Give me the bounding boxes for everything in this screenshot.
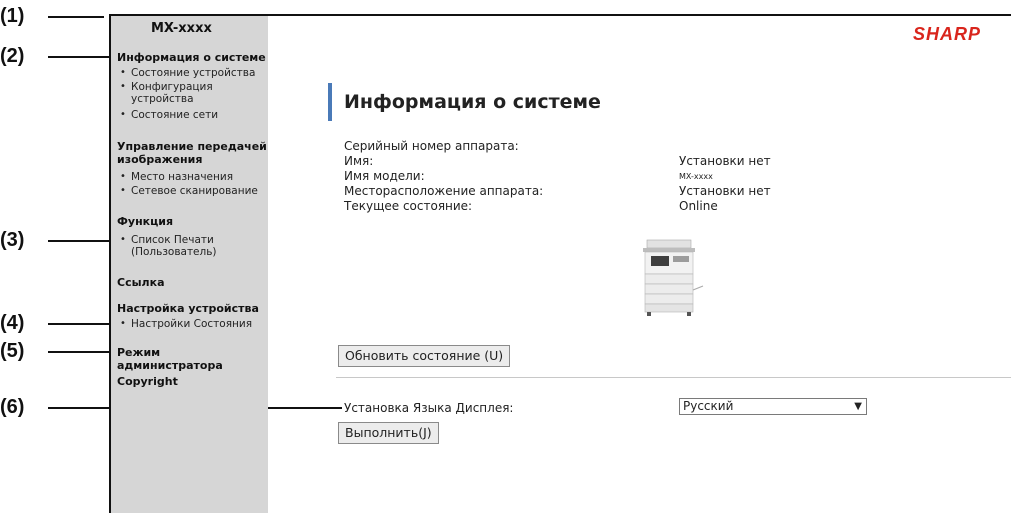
callout-6: (6) — [0, 396, 25, 418]
sidebar-item-print-list[interactable]: Список Печати — [131, 234, 214, 246]
sidebar-section-image-send[interactable]: Управление передачей — [117, 140, 267, 153]
refresh-status-button[interactable]: Обновить состояние (U) — [338, 345, 511, 367]
sidebar-section-system-info[interactable]: Информация о системе — [117, 51, 266, 64]
callout-line-1 — [48, 16, 104, 18]
bullet-icon: • — [120, 171, 126, 182]
callout-4: (4) — [0, 312, 25, 334]
location-value: Установки нет — [679, 184, 771, 198]
bullet-icon: • — [120, 81, 126, 92]
display-language-select[interactable]: Русский ▼ — [679, 398, 867, 415]
current-status-value: Online — [679, 199, 718, 213]
sidebar-section-admin-mode[interactable]: Режим администратора — [117, 346, 268, 372]
sidebar-section-image-send-cont[interactable]: изображения — [117, 153, 202, 166]
callout-line-4 — [48, 323, 115, 325]
sidebar-item-destination[interactable]: Место назначения — [131, 171, 233, 183]
callout-1: (1) — [0, 5, 25, 27]
name-label: Имя: — [344, 154, 374, 168]
location-label: Месторасположение аппарата: — [344, 184, 544, 198]
sidebar-title[interactable]: MX-xxxx — [151, 21, 212, 36]
bullet-icon: • — [120, 109, 126, 120]
serial-number-label: Серийный номер аппарата: — [344, 139, 519, 153]
model-name-label: Имя модели: — [344, 169, 425, 183]
sidebar-section-device-settings[interactable]: Настройка устройства — [117, 302, 259, 315]
sidebar-item-network-status[interactable]: Состояние сети — [131, 109, 218, 121]
callout-line-2 — [48, 56, 114, 58]
model-name-value: MX-xxxx — [679, 172, 713, 181]
bullet-icon: • — [120, 67, 126, 78]
sidebar-section-function[interactable]: Функция — [117, 215, 173, 228]
sidebar-item-print-list-cont[interactable]: (Пользователь) — [131, 246, 217, 258]
callout-line-3 — [48, 240, 115, 242]
sidebar-item-device-status[interactable]: Состояние устройства — [131, 67, 255, 79]
execute-button[interactable]: Выполнить(J) — [338, 422, 439, 444]
sidebar-item-status-settings[interactable]: Настройки Состояния — [131, 318, 252, 330]
current-status-label: Текущее состояние: — [344, 199, 473, 213]
callout-line-5 — [48, 351, 115, 353]
section-divider — [336, 377, 1011, 378]
display-language-selected: Русский — [683, 399, 734, 413]
callout-3: (3) — [0, 229, 25, 251]
display-language-label: Установка Языка Дисплея: — [344, 401, 514, 415]
name-value: Установки нет — [679, 154, 771, 168]
bullet-icon: • — [120, 185, 126, 196]
sharp-logo: SHARP — [913, 24, 982, 44]
bullet-icon: • — [120, 318, 126, 329]
chevron-down-icon: ▼ — [854, 401, 862, 412]
sidebar-item-device-config-cont[interactable]: устройства — [131, 93, 194, 105]
sidebar-item-device-config[interactable]: Конфигурация — [131, 81, 213, 93]
sidebar-section-link[interactable]: Ссылка — [117, 276, 165, 289]
heading-accent-bar — [328, 83, 332, 121]
sidebar-item-network-scan[interactable]: Сетевое сканирование — [131, 185, 258, 197]
sidebar: MX-xxxx Информация о системе • Состояние… — [111, 16, 268, 513]
sidebar-section-copyright[interactable]: Copyright — [117, 375, 178, 388]
page-title: Информация о системе — [344, 91, 601, 113]
callout-5: (5) — [0, 340, 25, 362]
printer-icon — [643, 239, 704, 316]
bullet-icon: • — [120, 234, 126, 245]
callout-2: (2) — [0, 45, 25, 67]
